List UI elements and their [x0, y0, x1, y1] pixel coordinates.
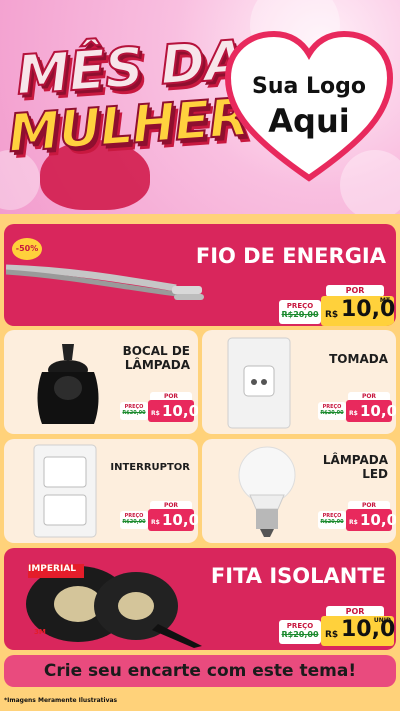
old-price-box: PREÇO R$20,00	[120, 511, 148, 529]
old-price: R$20,00	[320, 410, 344, 416]
product-name: FIO DE ENERGIA	[195, 244, 386, 268]
product-card-interruptor: INTERRUPTOR POR PREÇO R$20,00 R$ 10,00	[4, 439, 198, 543]
outlet-image	[227, 337, 291, 429]
preco-label: PREÇO	[286, 622, 314, 630]
old-price-box: PREÇO R$20,00	[120, 402, 148, 420]
price-unit: UNID	[373, 617, 391, 624]
currency: R$	[325, 630, 339, 640]
product-name: TOMADA	[329, 352, 388, 366]
price-unit: MT	[379, 297, 390, 304]
price: 10,00	[162, 511, 198, 529]
discount-badge: -50%	[12, 238, 42, 260]
old-price: R$20,00	[281, 310, 319, 319]
product-card-tomada: TOMADA POR PREÇO R$20,00 R$ 10,00	[202, 330, 396, 434]
old-price: R$20,00	[122, 410, 146, 416]
currency: R$	[349, 519, 358, 526]
socket-image	[37, 344, 99, 424]
header-banner: MÊS DA MULHER Sua Logo Aqui	[0, 0, 400, 218]
logo-text-line-1: Sua Logo	[251, 74, 366, 99]
switch-image	[33, 444, 97, 538]
product-name: INTERRUPTOR	[110, 462, 190, 473]
cta-banner[interactable]: Crie seu encarte com este tema!	[4, 655, 396, 687]
product-name: FITA ISOLANTE	[210, 564, 386, 588]
product-card-bocal: BOCAL DE LÂMPADA POR PREÇO R$20,00 R$ 10…	[4, 330, 198, 434]
logo-text-line-2: Aqui	[268, 102, 350, 140]
old-price-box: PREÇO R$20,00	[318, 402, 346, 420]
bulb-image	[238, 446, 296, 537]
products-panel: -50% FIO DE ENERGIA POR PREÇO R$20,00 R$…	[0, 214, 400, 711]
currency: R$	[151, 519, 160, 526]
price-box: R$ 10,00	[148, 400, 198, 422]
old-price-box: PREÇO R$20,00	[279, 300, 321, 324]
logo-placeholder: Sua Logo Aqui	[224, 28, 394, 188]
price: 10,00	[360, 511, 396, 529]
price: 10,00	[360, 402, 396, 420]
product-card-fio-de-energia: -50% FIO DE ENERGIA POR PREÇO R$20,00 R$…	[4, 224, 396, 326]
old-price-box: PREÇO R$20,00	[318, 511, 346, 529]
product-card-lampada-led: LÂMPADA LED POR PREÇO R$20,00 R$ 10,00	[202, 439, 396, 543]
currency: R$	[349, 410, 358, 417]
old-price-box: PREÇO R$20,00	[279, 620, 321, 644]
price: 10,00	[162, 402, 198, 420]
wire-image	[6, 264, 204, 300]
preco-label: PREÇO	[286, 302, 314, 310]
currency: R$	[151, 410, 160, 417]
product-name: LÂMPADA LED	[322, 453, 388, 481]
product-card-fita-isolante: IMPERIAL 3M FITA ISOLANTE POR PREÇO R$20…	[4, 548, 396, 650]
product-name: BOCAL DE LÂMPADA	[122, 344, 190, 372]
footer-note: *Imagens Meramente Ilustrativas	[4, 697, 118, 704]
price-box: R$ 10,00	[148, 509, 198, 531]
price-box: R$ 10,00	[346, 400, 396, 422]
old-price: R$20,00	[281, 630, 319, 639]
tape-brand-2: 3M	[34, 628, 46, 636]
tape-brand: IMPERIAL	[28, 564, 77, 574]
currency: R$	[325, 310, 339, 320]
old-price: R$20,00	[320, 519, 344, 525]
old-price: R$20,00	[122, 519, 146, 525]
price-box: R$ 10,00 UNID	[321, 616, 396, 646]
price-box: R$ 10,00	[346, 509, 396, 531]
price-box: R$ 10,00 MT	[321, 296, 396, 326]
